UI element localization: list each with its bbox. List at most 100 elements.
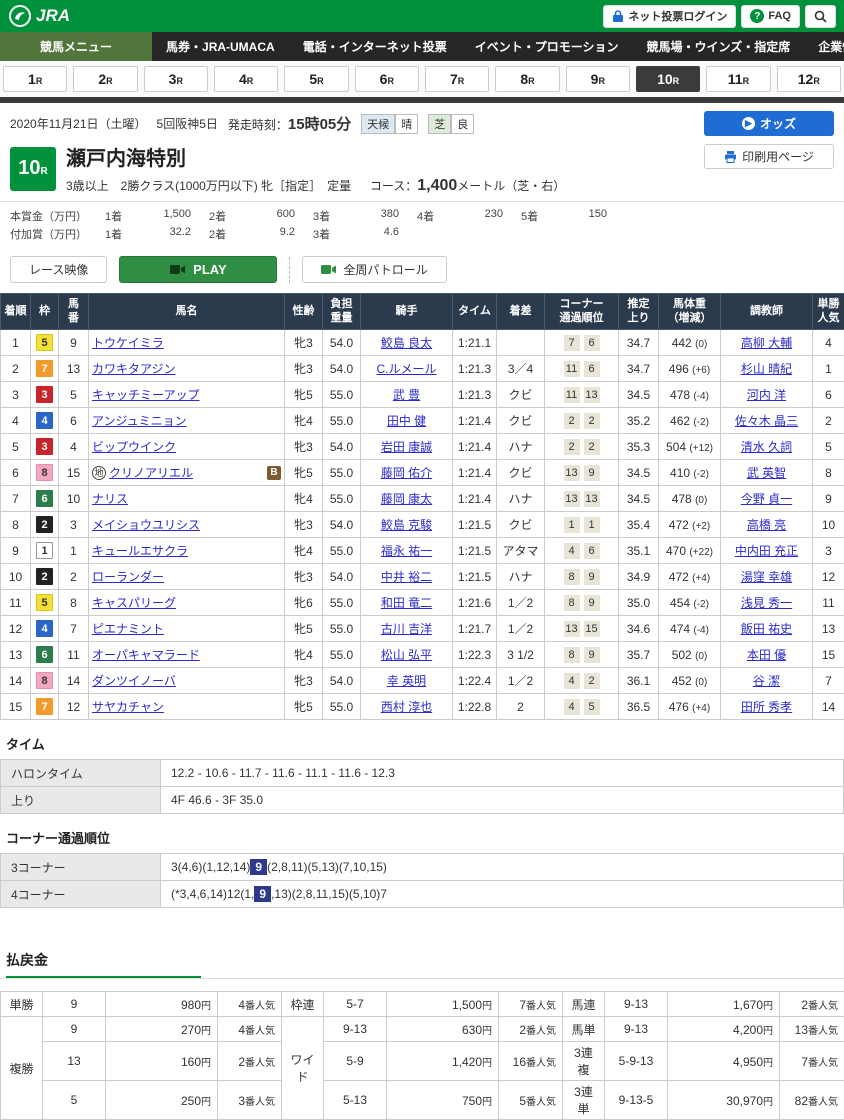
trainer-link[interactable]: 今野 貞一 <box>741 492 792 506</box>
horse-name-link[interactable]: アンジュミニョン <box>92 412 187 429</box>
nav-item-企業情報[interactable]: 企業情報 <box>804 32 844 61</box>
horse-name-link[interactable]: キャスパリーグ <box>92 594 176 611</box>
nav-item-競馬メニュー[interactable]: 競馬メニュー <box>0 32 152 61</box>
trainer-link[interactable]: 浅見 秀一 <box>741 596 792 610</box>
jockey-link[interactable]: 西村 淳也 <box>381 700 432 714</box>
trainer-link[interactable]: 谷 潔 <box>753 674 780 688</box>
jockey-link[interactable]: 武 豊 <box>393 388 420 402</box>
corner-row: 3コーナー3(4,6)(1,12,14)9(2,8,11)(5,13)(7,10… <box>1 854 844 881</box>
horse-name-link[interactable]: ビップウインク <box>92 438 176 455</box>
horse-name-wrap: サヤカチャン <box>92 698 281 715</box>
horse-name-link[interactable]: キャッチミーアップ <box>92 386 200 403</box>
bet-type-label: ワイド <box>282 1017 324 1120</box>
horse-name-wrap: ビップウインク <box>92 438 281 455</box>
horse-name-link[interactable]: クリノアリエル <box>109 464 193 481</box>
horse-name-link[interactable]: ナリス <box>92 490 128 507</box>
race-tab-1r[interactable]: 1R <box>3 66 67 92</box>
horse-name-cell: メイショウユリシス <box>89 512 285 538</box>
jockey-link[interactable]: 鮫島 克駿 <box>381 518 432 532</box>
horse-name-link[interactable]: トウケイミラ <box>92 334 164 351</box>
trainer-link[interactable]: 佐々木 晶三 <box>735 414 798 428</box>
race-tab-number: 2 <box>98 71 106 87</box>
play-button[interactable]: PLAY <box>119 256 277 283</box>
race-tab-4r[interactable]: 4R <box>214 66 278 92</box>
race-tab-9r[interactable]: 9R <box>566 66 630 92</box>
horse-name-link[interactable]: サヤカチャン <box>92 698 164 715</box>
race-tab-7r[interactable]: 7R <box>425 66 489 92</box>
jockey-link[interactable]: 藤岡 佑介 <box>381 466 432 480</box>
waku-chip: 3 <box>36 438 53 455</box>
payout-combination: 9-13 <box>605 1017 668 1042</box>
nav-item-馬券・JRA-UMACA[interactable]: 馬券・JRA-UMACA <box>152 32 289 61</box>
horse-name-link[interactable]: オーパキャマラード <box>92 646 200 663</box>
race-tab-5r[interactable]: 5R <box>284 66 348 92</box>
race-tab-3r[interactable]: 3R <box>144 66 208 92</box>
unit-suffix: 番人気 <box>245 1058 275 1069</box>
jockey-link[interactable]: 鮫島 良太 <box>381 336 432 350</box>
horse-number: 9 <box>59 330 89 356</box>
body-weight-diff: (-2) <box>693 469 709 480</box>
odds-button[interactable]: ▶ オッズ <box>704 111 834 136</box>
jockey-link[interactable]: 和田 竜二 <box>381 596 432 610</box>
net-vote-login-button[interactable]: ネット投票ログイン <box>603 5 736 28</box>
trainer-link[interactable]: 武 英智 <box>747 466 786 480</box>
jockey-link[interactable]: 岩田 康誠 <box>381 440 432 454</box>
nav-item-競馬場・ウインズ・指定席[interactable]: 競馬場・ウインズ・指定席 <box>632 32 804 61</box>
nav-item-電話・インターネット投票[interactable]: 電話・インターネット投票 <box>289 32 461 61</box>
horse-name-link[interactable]: メイショウユリシス <box>92 516 200 533</box>
jockey-link[interactable]: 中井 裕二 <box>381 570 432 584</box>
trainer-link[interactable]: 杉山 晴紀 <box>741 362 792 376</box>
jockey-link[interactable]: 幸 英明 <box>387 674 426 688</box>
race-date: 2020年11月21日（土曜） <box>10 115 147 132</box>
jockey-link[interactable]: 松山 弘平 <box>381 648 432 662</box>
patrol-video-button[interactable]: 全周パトロール <box>302 256 446 283</box>
jockey-link[interactable]: 古川 吉洋 <box>381 622 432 636</box>
print-page-button[interactable]: 印刷用ページ <box>704 144 834 169</box>
race-tab-11r[interactable]: 11R <box>706 66 770 92</box>
horse-name-cell: カワキタアジン <box>89 356 285 382</box>
finish-position: 6 <box>1 460 31 486</box>
race-tab-2r[interactable]: 2R <box>73 66 137 92</box>
trainer-link[interactable]: 飯田 祐史 <box>741 622 792 636</box>
sex-age: 牝4 <box>285 642 323 668</box>
trainer-link[interactable]: 高柳 大輔 <box>741 336 792 350</box>
trainer-link[interactable]: 湯窪 幸雄 <box>741 570 792 584</box>
search-button[interactable] <box>805 5 836 28</box>
payout-amount: 750円 <box>387 1081 499 1120</box>
nav-item-イベント・プロモーション[interactable]: イベント・プロモーション <box>461 32 633 61</box>
jockey-link[interactable]: 田中 健 <box>387 414 426 428</box>
waku-cell: 2 <box>31 564 59 590</box>
trainer-link[interactable]: 高橋 亮 <box>747 518 786 532</box>
body-weight: 504 (+12) <box>659 434 721 460</box>
horse-name-link[interactable]: ローランダー <box>92 568 164 585</box>
race-video-button[interactable]: レース映像 <box>10 256 107 283</box>
trainer-link[interactable]: 中内田 充正 <box>735 544 798 558</box>
payout-favorite-rank: 4番人気 <box>218 1017 282 1042</box>
finish-time: 1:22.3 <box>453 642 497 668</box>
jra-logo[interactable]: JRA <box>8 4 70 28</box>
horse-name-link[interactable]: カワキタアジン <box>92 360 176 377</box>
trainer-link[interactable]: 田所 秀孝 <box>741 700 792 714</box>
unit-suffix: 円 <box>201 1097 211 1108</box>
jockey-link[interactable]: 藤岡 康太 <box>381 492 432 506</box>
race-tab-number: 10 <box>657 71 673 87</box>
race-tab-10r[interactable]: 10R <box>636 66 700 92</box>
race-tab-6r[interactable]: 6R <box>355 66 419 92</box>
race-tab-12r[interactable]: 12R <box>777 66 841 92</box>
body-weight-diff: (+6) <box>692 365 710 376</box>
trainer-link[interactable]: 本田 優 <box>747 648 786 662</box>
waku-cell: 6 <box>31 642 59 668</box>
race-tab-8r[interactable]: 8R <box>495 66 559 92</box>
trainer-link[interactable]: 河内 洋 <box>747 388 786 402</box>
payout-combination: 9 <box>43 992 106 1017</box>
jockey-link[interactable]: 福永 祐一 <box>381 544 432 558</box>
faq-button[interactable]: ? FAQ <box>741 5 800 28</box>
prize-value: 600 <box>243 208 295 224</box>
jockey-link[interactable]: C.ルメール <box>376 362 436 376</box>
horse-name-link[interactable]: キュールエサクラ <box>92 542 188 559</box>
horse-name-link[interactable]: ダンツイノーバ <box>92 672 176 689</box>
race-tab-suffix: R <box>106 76 113 86</box>
corner-position-chip: 9 <box>584 647 600 663</box>
trainer-link[interactable]: 清水 久詞 <box>741 440 792 454</box>
horse-name-link[interactable]: ピエナミント <box>92 620 164 637</box>
